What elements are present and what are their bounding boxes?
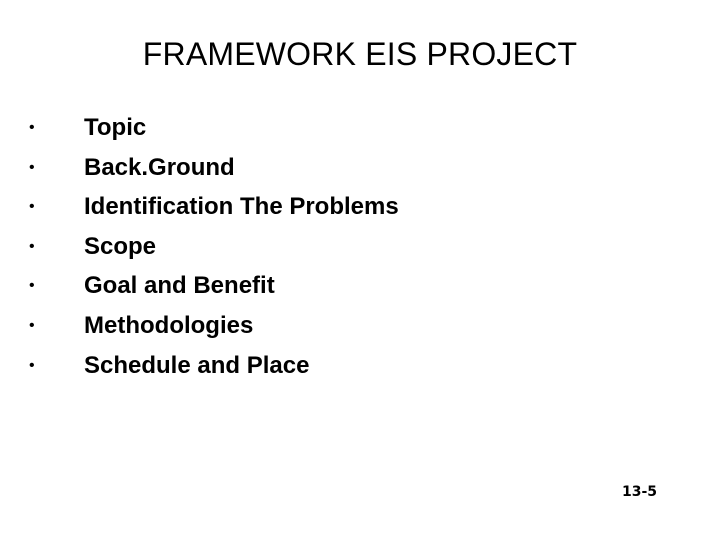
list-item-label: Back.Ground — [84, 153, 235, 181]
list-item-label: Schedule and Place — [84, 351, 310, 379]
list-item-label: Goal and Benefit — [84, 272, 275, 300]
list-item-label: Identification The Problems — [84, 193, 399, 221]
list-item-label: Scope — [84, 232, 157, 260]
bullet-icon: • — [29, 119, 35, 136]
slide-number: 13-5 — [622, 484, 658, 500]
bullet-icon: • — [29, 356, 35, 374]
bullet-icon: • — [29, 198, 35, 216]
list-item-label: Methodologies — [84, 311, 254, 339]
slide-title: FRAMEWORK EIS PROJECT — [142, 36, 578, 72]
bullet-icon: • — [29, 158, 35, 176]
bullet-icon: • — [29, 316, 35, 334]
list-item-label: Topic — [84, 114, 147, 141]
bullet-icon: • — [29, 277, 35, 295]
bullet-icon: • — [29, 237, 35, 255]
